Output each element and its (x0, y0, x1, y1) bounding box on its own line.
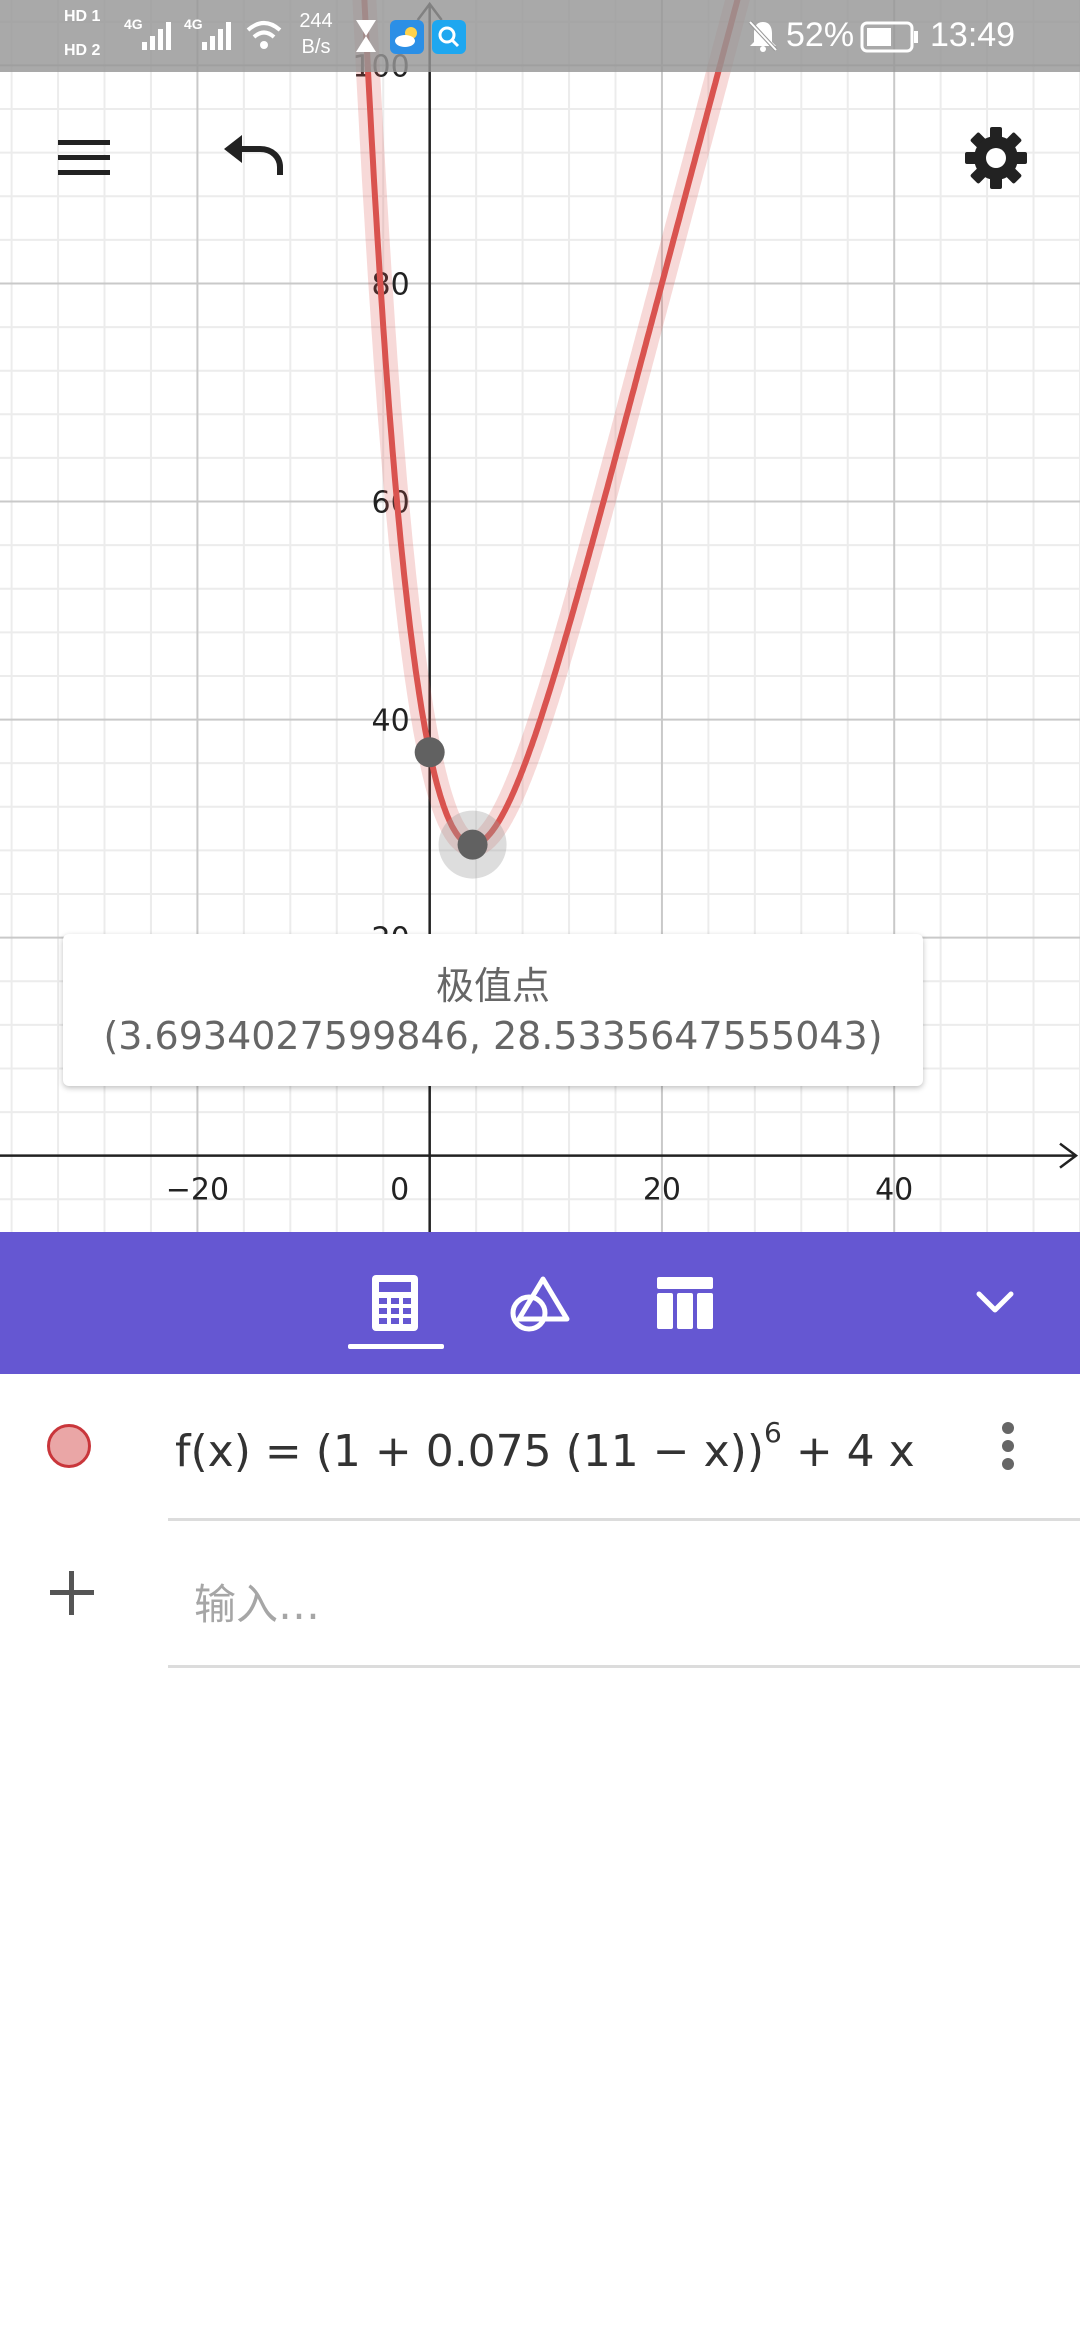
signal-icon (200, 18, 236, 56)
view-tab-bar (0, 1232, 1080, 1374)
hamburger-menu-icon (58, 140, 110, 175)
shapes-icon (510, 1276, 570, 1332)
gear-icon (965, 127, 1027, 189)
speed-unit: B/s (301, 36, 331, 58)
settings-button[interactable] (948, 110, 1044, 206)
y-tick-label: 40 (371, 704, 409, 739)
x-tick-label: 20 (643, 1173, 681, 1208)
hourglass-icon (352, 18, 380, 58)
y-intercept-point (414, 737, 445, 768)
menu-button[interactable] (36, 110, 132, 206)
row-divider (168, 1665, 1080, 1668)
visibility-toggle[interactable] (47, 1424, 91, 1468)
plus-icon (50, 1571, 94, 1615)
extremum-tooltip: 极值点 (3.6934027599846, 28.5335647555043) (63, 934, 923, 1086)
x-tick-label: 0 (390, 1173, 409, 1208)
more-options-button[interactable] (990, 1414, 1026, 1478)
weather-app-icon (390, 20, 424, 54)
table-icon (657, 1277, 713, 1329)
x-tick-label: −20 (166, 1173, 229, 1208)
status-bar: HD 1 HD 2 4G 4G 244 B/s 52% 13:49 (0, 0, 1080, 72)
calculator-icon (372, 1275, 418, 1331)
function-definition[interactable]: f(x) = (1 + 0.075 (11 − x))6 + 4 x (175, 1416, 915, 1477)
add-item-button[interactable] (48, 1569, 96, 1617)
extremum-point (457, 829, 488, 860)
sim2-label: HD 2 (64, 42, 101, 59)
algebra-row-f[interactable]: f(x) = (1 + 0.075 (11 − x))6 + 4 x (0, 1374, 1080, 1520)
sim1-label: HD 1 (64, 8, 101, 25)
battery-icon (860, 20, 920, 58)
signal-icon (140, 18, 176, 56)
undo-icon (224, 135, 283, 175)
tooltip-title: 极值点 (435, 964, 550, 1008)
collapse-button[interactable] (940, 1232, 1050, 1374)
mute-bell-icon (746, 18, 780, 58)
battery-percent: 52% (786, 16, 855, 54)
algebra-tab[interactable] (340, 1232, 450, 1374)
chevron-down-icon (976, 1291, 1014, 1313)
table-tab[interactable] (630, 1232, 740, 1374)
more-vertical-icon (1002, 1422, 1014, 1470)
speed-value: 244 (299, 10, 333, 32)
x-tick-label: 40 (875, 1173, 913, 1208)
active-tab-indicator (348, 1344, 444, 1349)
wifi-icon (244, 18, 284, 56)
tooltip-coordinates: (3.6934027599846, 28.5335647555043) (103, 1014, 883, 1058)
algebra-view: f(x) = (1 + 0.075 (11 − x))6 + 4 x 输入… (0, 1374, 1080, 2340)
algebra-input[interactable]: 输入… (194, 1571, 320, 1632)
search-app-icon (432, 20, 466, 54)
algebra-input-row[interactable]: 输入… (0, 1521, 1080, 1667)
undo-button[interactable] (204, 110, 300, 206)
clock: 13:49 (930, 16, 1016, 54)
tools-tab[interactable] (484, 1232, 594, 1374)
